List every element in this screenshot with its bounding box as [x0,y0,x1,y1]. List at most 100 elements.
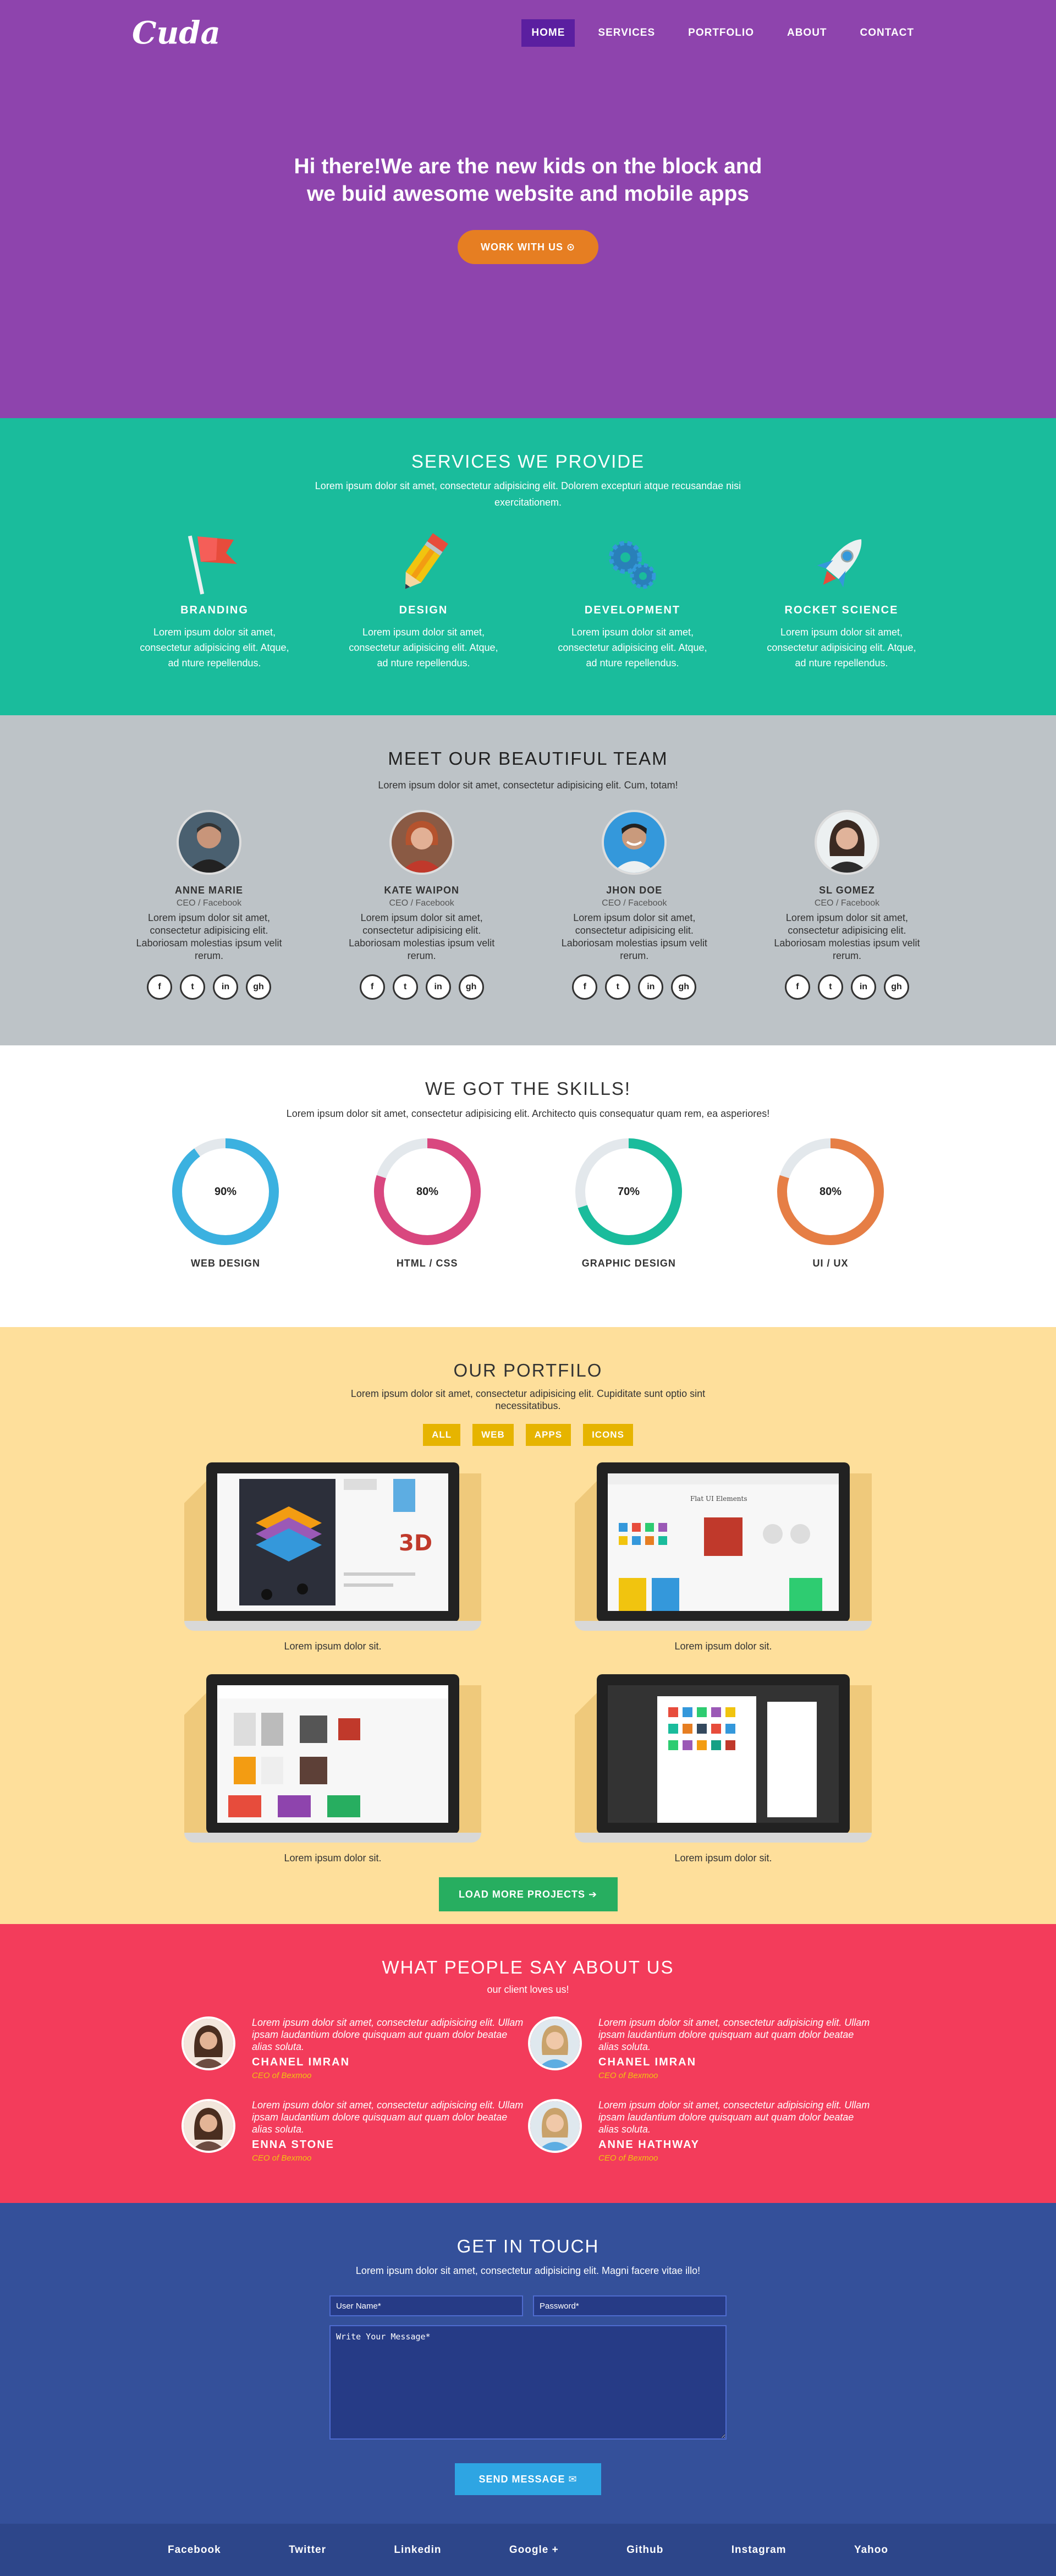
filter-icons[interactable]: ICONS [583,1424,633,1446]
skill-item: 70% GRAPHIC DESIGN [568,1137,689,1269]
services-section: SERVICES WE PROVIDE Lorem ipsum dolor si… [0,418,1056,715]
footer-link-facebook[interactable]: Facebook [168,2544,221,2556]
portfolio-subtitle: Lorem ipsum dolor sit amet, consectetur … [350,1388,706,1411]
member-role: CEO / Facebook [814,898,880,908]
team-member: SL GOMEZ CEO / Facebook Lorem ipsum dolo… [773,810,921,1000]
github-icon[interactable]: gh [458,974,484,1000]
portfolio-caption: Lorem ipsum dolor sit. [674,1852,772,1864]
nav-home[interactable]: HOME [521,19,575,47]
linkedin-icon[interactable]: in [425,974,451,1000]
filter-web[interactable]: WEB [472,1424,514,1446]
team-title: MEET OUR BEAUTIFUL TEAM [388,748,668,769]
service-title: DESIGN [399,604,448,616]
rocket-icon [765,527,919,599]
github-icon[interactable]: gh [671,974,697,1000]
twitter-icon[interactable]: t [817,974,843,1000]
skill-label: GRAPHIC DESIGN [581,1258,676,1269]
work-with-us-button[interactable]: WORK WITH US ⊙ [458,230,598,264]
footer-link-github[interactable]: Github [626,2544,663,2556]
portfolio-item[interactable]: Lorem ipsum dolor sit. [528,1674,919,1864]
testimonial-name: CHANEL IMRAN [598,2056,697,2068]
service-title: ROCKET SCIENCE [784,604,899,616]
avatar [177,810,241,875]
portfolio-section: OUR PORTFILO Lorem ipsum dolor sit amet,… [0,1327,1056,1924]
service-development: DEVELOPMENT Lorem ipsum dolor sit amet, … [556,527,710,671]
service-text: Lorem ipsum dolor sit amet, consectetur … [767,627,916,668]
skill-item: 80% HTML / CSS [367,1137,488,1269]
footer-link-yahoo[interactable]: Yahoo [854,2544,888,2556]
filter-apps[interactable]: APPS [525,1424,571,1446]
member-role: CEO / Facebook [176,898,242,908]
testimonial-quote: Lorem ipsum dolor sit amet, consectetur … [252,2100,524,2135]
github-icon[interactable]: gh [883,974,909,1000]
facebook-icon[interactable]: f [784,974,810,1000]
nav-contact[interactable]: CONTACT [850,19,924,47]
password-field[interactable] [533,2295,727,2316]
portfolio-item[interactable]: 3D Lorem ipsum dolor sit. [138,1462,528,1652]
laptop-mockup [184,1674,481,1845]
skill-label: UI / UX [812,1258,849,1269]
testimonial-role: CEO of Bexmoo [252,2153,312,2163]
footer-link-linkedin[interactable]: Linkedin [394,2544,441,2556]
twitter-icon[interactable]: t [392,974,418,1000]
skill-item: 80% UI / UX [770,1137,891,1269]
avatar [389,810,454,875]
svg-text:3D: 3D [399,1531,432,1556]
logo[interactable]: Cuda [132,15,221,51]
footer-link-google-plus[interactable]: Google + [509,2544,559,2556]
facebook-icon[interactable]: f [572,974,598,1000]
avatar [182,2016,235,2070]
nav-about[interactable]: ABOUT [777,19,837,47]
footer: Facebook Twitter Linkedin Google + Githu… [0,2524,1056,2576]
avatar [602,810,667,875]
nav-portfolio[interactable]: PORTFOLIO [678,19,764,47]
avatar [528,2016,582,2070]
facebook-icon[interactable]: f [147,974,172,1000]
twitter-icon[interactable]: t [605,974,631,1000]
filter-all[interactable]: ALL [423,1424,461,1446]
testimonial: Lorem ipsum dolor sit amet, consectetur … [528,2099,875,2163]
linkedin-icon[interactable]: in [850,974,876,1000]
avatar [528,2099,582,2153]
send-message-button[interactable]: SEND MESSAGE ✉ [455,2463,601,2495]
laptop-mockup: 3D [184,1462,481,1633]
testimonial-role: CEO of Bexmoo [252,2071,312,2080]
portfolio-caption: Lorem ipsum dolor sit. [284,1641,382,1652]
hero-title-line2: we buid awesome website and mobile apps [306,182,750,206]
member-bio: Lorem ipsum dolor sit amet, consectetur … [349,912,495,961]
github-icon[interactable]: gh [246,974,271,1000]
username-field[interactable] [329,2295,523,2316]
portfolio-item[interactable]: Flat UI Elements Lorem ipsum dolor sit. [528,1462,919,1652]
service-design: DESIGN Lorem ipsum dolor sit amet, conse… [346,527,501,671]
member-bio: Lorem ipsum dolor sit amet, consectetur … [561,912,707,961]
message-field[interactable] [329,2325,727,2440]
testimonial-quote: Lorem ipsum dolor sit amet, consectetur … [252,2017,524,2052]
facebook-icon[interactable]: f [359,974,385,1000]
portfolio-item[interactable]: Lorem ipsum dolor sit. [138,1674,528,1864]
member-name: ANNE MARIE [174,885,243,896]
nav-services[interactable]: SERVICES [588,19,665,47]
social-links: f t in gh [348,974,496,1000]
social-links: f t in gh [135,974,283,1000]
twitter-icon[interactable]: t [180,974,205,1000]
laptop-mockup [575,1674,872,1845]
contact-subtitle: Lorem ipsum dolor sit amet, consectetur … [355,2265,701,2276]
footer-link-instagram[interactable]: Instagram [732,2544,787,2556]
linkedin-icon[interactable]: in [213,974,238,1000]
linkedin-icon[interactable]: in [638,974,664,1000]
team-member: ANNE MARIE CEO / Facebook Lorem ipsum do… [135,810,283,1000]
footer-link-twitter[interactable]: Twitter [289,2544,326,2556]
load-more-button[interactable]: LOAD MORE PROJECTS ➔ [438,1877,618,1911]
skill-percent: 80% [820,1186,842,1198]
testimonial-role: CEO of Bexmoo [598,2153,658,2163]
contact-title: GET IN TOUCH [457,2236,600,2256]
team-subtitle: Lorem ipsum dolor sit amet, consectetur … [378,780,678,791]
skill-donut: 80% [777,1138,884,1245]
skill-donut: 70% [575,1138,683,1245]
service-title: BRANDING [180,604,249,616]
skill-percent: 90% [215,1186,237,1198]
member-name: KATE WAIPON [384,885,459,896]
skills-section: WE GOT THE SKILLS! Lorem ipsum dolor sit… [0,1045,1056,1327]
testimonial-quote: Lorem ipsum dolor sit amet, consectetur … [598,2017,870,2052]
testimonial: Lorem ipsum dolor sit amet, consectetur … [528,2016,875,2080]
